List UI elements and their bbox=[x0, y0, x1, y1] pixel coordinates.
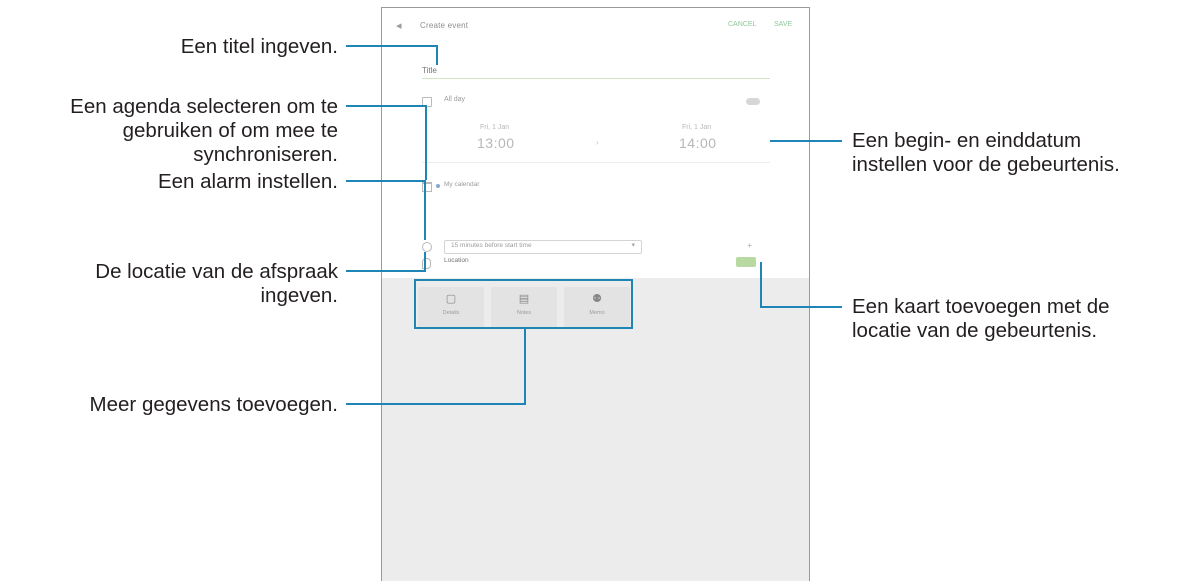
callout-more-line bbox=[346, 403, 526, 405]
location-row bbox=[422, 257, 770, 272]
calendar-select[interactable]: My calendar bbox=[422, 180, 770, 194]
callout-title-line bbox=[346, 45, 438, 47]
cancel-button[interactable]: CANCEL bbox=[728, 21, 756, 28]
location-input[interactable] bbox=[444, 257, 734, 264]
callout-calendar-line-down bbox=[425, 105, 427, 180]
callout-calendar-line2: gebruiken of om mee te bbox=[122, 119, 338, 142]
callout-title: Een titel ingeven. bbox=[180, 35, 338, 58]
calendar-color-dot bbox=[436, 184, 440, 188]
callout-alarm-line-down bbox=[424, 180, 426, 240]
callout-dates-line bbox=[770, 140, 842, 142]
callout-more-line-up bbox=[524, 329, 526, 405]
end-time[interactable]: 14:00 bbox=[679, 135, 717, 151]
arrow-right-icon: › bbox=[596, 138, 599, 147]
alarm-select[interactable]: 15 minutes before start time ▾ bbox=[444, 240, 642, 254]
title-input[interactable] bbox=[422, 66, 770, 75]
callout-map-line1: Een kaart toevoegen met de bbox=[852, 295, 1110, 318]
start-time[interactable]: 13:00 bbox=[477, 135, 515, 151]
arrow-left-icon[interactable]: ◂ bbox=[396, 20, 408, 32]
date-time-picker: Fri, 1 Jan 13:00 › Fri, 1 Jan 14:00 bbox=[422, 120, 770, 163]
alarm-row: 15 minutes before start time ▾ + bbox=[422, 240, 770, 255]
callout-calendar-line bbox=[346, 105, 427, 107]
event-form-panel: ◂ Create event CANCEL SAVE All day Fri, … bbox=[382, 8, 809, 278]
calendar-name: My calendar bbox=[444, 181, 480, 188]
chevron-down-icon: ▾ bbox=[631, 242, 635, 249]
callout-location-line2: ingeven. bbox=[260, 284, 338, 307]
callout-more: Meer gegevens toevoegen. bbox=[89, 393, 338, 416]
end-date[interactable]: Fri, 1 Jan bbox=[682, 124, 711, 131]
callout-alarm-line bbox=[346, 180, 426, 182]
callout-map-line bbox=[760, 306, 842, 308]
callout-calendar-line3: synchroniseren. bbox=[193, 143, 338, 166]
allday-row: All day bbox=[422, 96, 770, 110]
save-button[interactable]: SAVE bbox=[774, 21, 792, 28]
callout-map-line2: locatie van de gebeurtenis. bbox=[852, 319, 1098, 342]
callout-dates-line1: Een begin- en einddatum bbox=[852, 129, 1082, 152]
callout-map-line-down bbox=[760, 262, 762, 308]
title-field[interactable] bbox=[422, 60, 770, 79]
callout-dates-line2: instellen voor de gebeurtenis. bbox=[852, 153, 1120, 176]
app-bar: ◂ Create event CANCEL SAVE bbox=[382, 8, 809, 46]
map-button[interactable] bbox=[736, 257, 756, 267]
alarm-value: 15 minutes before start time bbox=[451, 242, 532, 249]
callout-location-line-up bbox=[424, 252, 426, 272]
add-alarm-button[interactable]: + bbox=[747, 241, 752, 250]
callout-calendar-line1: Een agenda selecteren om te bbox=[70, 95, 338, 118]
allday-toggle[interactable] bbox=[746, 98, 760, 105]
alarm-icon bbox=[422, 242, 432, 252]
callout-location-line bbox=[346, 270, 426, 272]
callout-alarm: Een alarm instellen. bbox=[157, 170, 338, 193]
start-date[interactable]: Fri, 1 Jan bbox=[480, 124, 509, 131]
allday-label: All day bbox=[444, 96, 466, 103]
app-title: Create event bbox=[420, 21, 469, 30]
callout-location-line1: De locatie van de afspraak bbox=[95, 260, 338, 283]
callout-title-line-down bbox=[436, 45, 438, 65]
more-options-highlight bbox=[414, 279, 633, 329]
